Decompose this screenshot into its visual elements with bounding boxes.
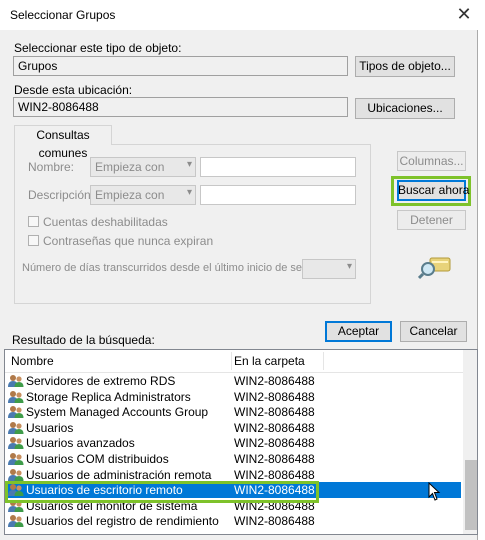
disabled-accounts-label: Cuentas deshabilitadas [43, 215, 168, 229]
disabled-accounts-checkbox[interactable] [28, 216, 39, 227]
row-folder: WIN2-8086488 [234, 420, 315, 435]
table-row[interactable]: Usuarios COM distribuidos WIN2-8086488 [5, 451, 461, 467]
table-row[interactable]: System Managed Accounts Group WIN2-808648… [5, 404, 461, 420]
name-mode-select[interactable]: Empieza con ▾ [90, 157, 196, 177]
search-icon [417, 252, 452, 280]
row-name: Servidores de extremo RDS [26, 374, 176, 388]
chevron-down-icon: ▾ [346, 261, 352, 272]
group-icon [8, 452, 24, 466]
location-label: Desde esta ubicación: [14, 83, 133, 97]
group-icon [8, 374, 24, 388]
search-now-button[interactable]: Buscar ahora [397, 180, 469, 201]
row-folder: WIN2-8086488 [234, 436, 315, 451]
table-row[interactable]: Storage Replica Administrators WIN2-80864… [5, 389, 461, 405]
table-row[interactable]: Usuarios avanzados WIN2-8086488 [5, 435, 461, 451]
tab-common-queries[interactable]: Consultas comunes [14, 125, 112, 160]
column-divider[interactable] [323, 352, 324, 370]
column-header-name[interactable]: Nombre [11, 354, 54, 368]
group-icon [8, 390, 24, 404]
name-mode-value: Empieza con [95, 160, 165, 174]
object-type-field: Grupos [13, 56, 348, 76]
non-expiring-passwords-checkbox[interactable] [28, 235, 39, 246]
stop-button[interactable]: Detener [397, 210, 466, 230]
location-field: WIN2-8086488 [13, 97, 348, 117]
row-folder: WIN2-8086488 [234, 405, 315, 420]
row-folder: WIN2-8086488 [234, 514, 315, 529]
group-icon [8, 436, 24, 450]
non-expiring-passwords-label: Contraseñas que nunca expiran [43, 234, 214, 248]
locations-button[interactable]: Ubicaciones... [355, 98, 455, 119]
selected-row-highlight [5, 481, 319, 503]
row-folder: WIN2-8086488 [234, 452, 315, 466]
days-since-logon-label: Número de días transcurridos desde el úl… [22, 262, 326, 274]
row-folder: WIN2-8086488 [234, 389, 315, 404]
row-name: Usuarios del registro de rendimiento [26, 514, 219, 529]
chevron-down-icon: ▾ [186, 187, 192, 198]
row-name: Usuarios avanzados [26, 436, 135, 451]
dialog-title: Seleccionar Grupos [10, 8, 116, 22]
description-label: Descripción: [28, 188, 95, 202]
row-name: System Managed Accounts Group [26, 405, 209, 420]
row-name: Usuarios COM distribuidos [26, 452, 169, 466]
days-since-logon-select[interactable]: ▾ [302, 259, 356, 279]
name-label: Nombre: [28, 160, 75, 174]
cancel-button[interactable]: Cancelar [400, 321, 467, 342]
background-strip [478, 0, 485, 540]
results-label: Resultado de la búsqueda: [12, 333, 155, 347]
column-header-folder[interactable]: En la carpeta [234, 354, 305, 368]
chevron-down-icon: ▾ [186, 159, 192, 170]
object-type-label: Seleccionar este tipo de objeto: [14, 41, 182, 55]
description-mode-value: Empieza con [95, 188, 165, 202]
table-row[interactable]: Servidores de extremo RDS WIN2-8086488 [5, 373, 461, 389]
row-name: Storage Replica Administrators [26, 389, 191, 404]
scrollbar-thumb[interactable] [465, 460, 477, 530]
group-icon [8, 405, 24, 419]
mouse-cursor-icon [428, 481, 442, 502]
close-icon[interactable]: ✕ [455, 4, 473, 24]
description-mode-select[interactable]: Empieza con ▾ [90, 185, 196, 205]
group-icon [8, 514, 24, 528]
table-row[interactable]: Usuarios WIN2-8086488 [5, 420, 461, 436]
column-divider[interactable] [231, 352, 232, 370]
description-input[interactable] [200, 185, 356, 205]
row-name: Usuarios [26, 420, 74, 435]
object-types-button[interactable]: Tipos de objeto... [355, 56, 455, 77]
ok-button[interactable]: Aceptar [325, 321, 392, 342]
group-icon [8, 421, 24, 435]
columns-button[interactable]: Columnas... [397, 151, 466, 171]
row-folder: WIN2-8086488 [234, 374, 315, 388]
table-row[interactable]: Usuarios del registro de rendimiento WIN2… [5, 513, 461, 529]
search-results-list[interactable]: Nombre En la carpeta Servidores de extre… [4, 349, 478, 535]
group-icon [8, 468, 24, 482]
name-input[interactable] [200, 157, 356, 177]
